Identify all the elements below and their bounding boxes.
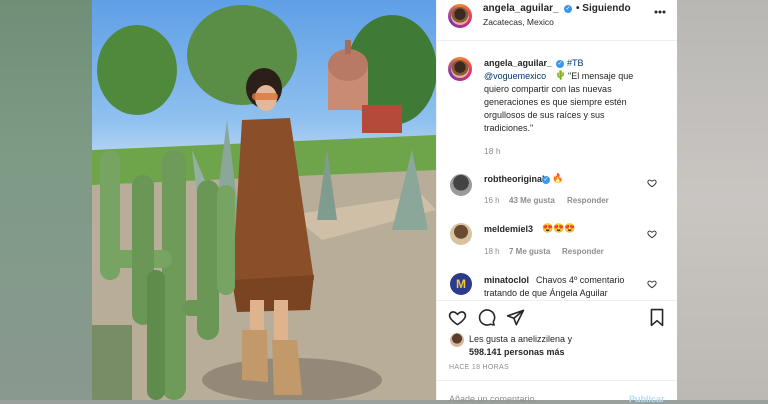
comment-icon[interactable] <box>477 308 496 327</box>
comment-likes[interactable]: 43 Me gusta <box>509 196 555 205</box>
comment-username[interactable]: minatoclol <box>484 275 529 285</box>
comment-like-heart-icon[interactable] <box>647 279 657 289</box>
caption-time[interactable]: 18 h <box>484 146 501 156</box>
publish-button[interactable]: Publicar <box>629 394 665 404</box>
comment-like-heart-icon[interactable] <box>647 229 657 239</box>
photo-illustration <box>92 5 436 400</box>
post-side-panel: angela_aguilar_ ✓ • Siguiendo Zacatecas,… <box>436 0 677 404</box>
more-horizontal-icon[interactable] <box>654 10 666 14</box>
blurred-background-right <box>676 0 768 400</box>
post-photo[interactable] <box>92 0 436 400</box>
comment-text: 😍😍😍 <box>542 223 576 233</box>
caption-text-line: tradiciones." <box>484 123 534 133</box>
caption-text-line: orgullosos de sus raíces y sus <box>484 110 605 120</box>
comment-time[interactable]: 16 h <box>484 196 500 205</box>
caption-text-line: quiero compartir con las nuevas <box>484 84 612 94</box>
follow-status[interactable]: • Siguiendo <box>576 3 631 14</box>
caption-avatar[interactable] <box>448 57 472 81</box>
author-username[interactable]: angela_aguilar_ <box>483 3 559 14</box>
caption-text-line: "El mensaje que <box>568 71 634 81</box>
bookmark-icon[interactable] <box>648 308 666 327</box>
caption-hashtag[interactable]: #TB <box>567 58 584 68</box>
comment-text: tratando de que Ángela Aguilar <box>484 288 608 298</box>
caption-mention[interactable]: @voguemexico <box>484 71 546 81</box>
comment-text: 🔥 <box>552 173 564 183</box>
comment-username[interactable]: robtheoriginal <box>484 174 545 184</box>
comment-likes[interactable]: 7 Me gusta <box>509 247 550 256</box>
likes-count[interactable]: 598.141 personas más <box>469 347 565 357</box>
post-timestamp[interactable]: HACE 18 HORAS <box>449 364 509 371</box>
heart-icon[interactable] <box>448 308 467 327</box>
commenter-avatar[interactable] <box>450 223 472 245</box>
divider <box>437 300 677 301</box>
add-comment-input[interactable]: Añade un comentario... <box>449 394 542 404</box>
reply-button[interactable]: Responder <box>567 196 609 205</box>
commenter-avatar[interactable] <box>450 174 472 196</box>
verified-badge-icon: ✓ <box>564 5 572 13</box>
caption-username[interactable]: angela_aguilar_ <box>484 58 552 68</box>
comment-time[interactable]: 18 h <box>484 247 500 256</box>
commenter-avatar[interactable]: M <box>450 273 472 295</box>
share-icon[interactable] <box>506 308 525 327</box>
verified-badge-icon: ✓ <box>556 60 564 68</box>
comment-text: Chavos 4º comentario <box>536 275 625 285</box>
liker-avatar[interactable] <box>450 333 464 347</box>
author-avatar[interactable] <box>448 4 472 28</box>
divider <box>437 380 677 381</box>
comment-like-heart-icon[interactable] <box>647 178 657 188</box>
caption-text-line: generaciones es que siempre estén <box>484 97 627 107</box>
post-header: angela_aguilar_ ✓ • Siguiendo Zacatecas,… <box>437 0 677 41</box>
reply-button[interactable]: Responder <box>562 247 604 256</box>
blurred-background-left <box>0 0 92 400</box>
likes-text[interactable]: Les gusta a anelizzilena y <box>469 334 572 344</box>
caption-emoji: 🌵 <box>555 70 567 80</box>
verified-badge-icon: ✓ <box>542 176 550 184</box>
post-location[interactable]: Zacatecas, Mexico <box>483 17 554 27</box>
comment-username[interactable]: meldemiel3 <box>484 224 533 234</box>
